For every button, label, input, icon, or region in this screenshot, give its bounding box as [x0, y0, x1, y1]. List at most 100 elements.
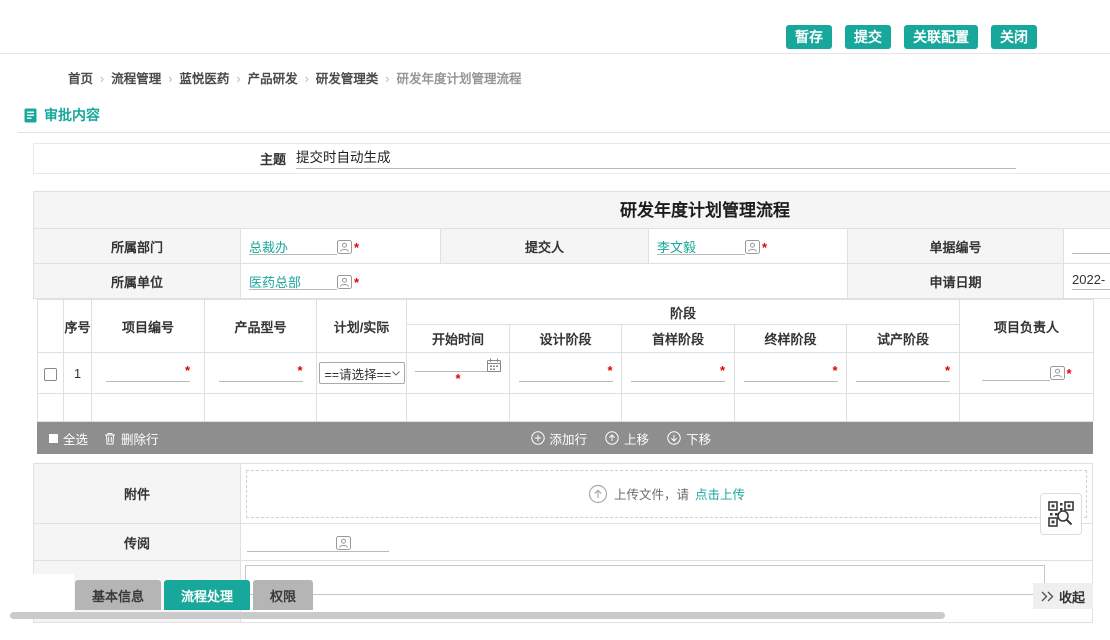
product-model-input[interactable]: *: [219, 365, 303, 382]
section-title: 审批内容: [44, 105, 100, 125]
person-picker-icon[interactable]: [337, 240, 352, 254]
required-mark: *: [354, 275, 359, 290]
arrow-up-circle-icon: [605, 431, 619, 445]
project-grid: 序号 项目编号 产品型号 计划/实际 阶段 项目负责人 开始时间 设计阶段 首样…: [37, 299, 1094, 422]
grid-header-first-sample: 首样阶段: [622, 325, 735, 353]
tab-permissions[interactable]: 权限: [253, 580, 313, 610]
grid-header-owner: 项目负责人: [960, 300, 1094, 353]
remark-input[interactable]: [245, 565, 1045, 595]
submitter-value[interactable]: 李文毅: [657, 237, 745, 255]
select-placeholder: ==请选择==: [325, 364, 392, 383]
footer-left-panel: [0, 574, 74, 614]
grid-header-stage-group: 阶段: [407, 300, 960, 325]
submitter-label: 提交人: [441, 229, 649, 264]
breadcrumb-item[interactable]: 产品研发: [248, 72, 298, 86]
grid-toolbar: 全选 删除行 添加行 上移: [37, 422, 1093, 454]
dept-label: 所属部门: [34, 229, 241, 264]
person-picker-icon[interactable]: [745, 240, 760, 254]
submit-button[interactable]: 提交: [845, 25, 891, 49]
select-all-label: 全选: [63, 429, 88, 448]
grid-header-trial-stage: 试产阶段: [847, 325, 960, 353]
form-title: 研发年度计划管理流程: [33, 191, 1110, 228]
grid-checkbox-column-header: [38, 300, 64, 353]
move-down-label: 下移: [686, 429, 711, 448]
grid-row: 1 * * ==请选择== *: [38, 353, 1094, 394]
close-button[interactable]: 关闭: [991, 25, 1037, 49]
move-up-label: 上移: [624, 429, 649, 448]
apply-date-label: 申请日期: [848, 264, 1064, 299]
breadcrumb-separator: ›: [100, 72, 104, 86]
calendar-icon[interactable]: [487, 358, 501, 372]
final-sample-input[interactable]: *: [744, 365, 838, 382]
move-down-button[interactable]: 下移: [667, 429, 711, 448]
grid-header-design-stage: 设计阶段: [510, 325, 622, 353]
circulate-picker[interactable]: [247, 532, 389, 552]
apply-date-input[interactable]: 2022-: [1072, 272, 1110, 290]
unit-label: 所属单位: [34, 264, 241, 299]
attachment-upload-area[interactable]: 上传文件，请 点击上传: [246, 470, 1087, 518]
row-checkbox[interactable]: [44, 368, 57, 381]
dept-picker[interactable]: 总裁办 *: [249, 237, 359, 255]
top-action-bar: 暂存 提交 关联配置 关闭: [0, 0, 1110, 54]
tab-basic-info[interactable]: 基本信息: [75, 580, 161, 610]
add-row-label: 添加行: [550, 429, 588, 448]
related-config-button[interactable]: 关联配置: [904, 25, 978, 49]
footer-tabs: 基本信息 流程处理 权限: [75, 580, 313, 610]
tab-process-handling[interactable]: 流程处理: [164, 580, 250, 610]
chevron-down-icon: [392, 371, 400, 376]
submitter-picker[interactable]: 李文毅 *: [657, 237, 767, 255]
add-row-button[interactable]: 添加行: [531, 429, 588, 448]
required-mark: *: [354, 240, 359, 255]
owner-picker[interactable]: *: [982, 363, 1072, 381]
required-mark: *: [297, 363, 302, 378]
grid-empty-row: [38, 394, 1094, 422]
subject-row: 主题 提交时自动生成: [33, 143, 1110, 174]
start-time-date-field[interactable]: *: [407, 355, 509, 393]
collapse-label: 收起: [1059, 587, 1085, 606]
required-mark: *: [832, 363, 837, 378]
subject-input[interactable]: 提交时自动生成: [296, 149, 1016, 169]
select-all-checkbox-icon[interactable]: [49, 434, 58, 443]
unit-value[interactable]: 医药总部: [249, 272, 337, 290]
first-sample-input[interactable]: *: [631, 365, 725, 382]
move-up-button[interactable]: 上移: [605, 429, 649, 448]
qr-code-icon: [1048, 501, 1074, 527]
delete-row-button[interactable]: 删除行: [104, 429, 159, 448]
required-mark: *: [720, 363, 725, 378]
unit-picker[interactable]: 医药总部 *: [249, 272, 359, 290]
document-icon: [24, 108, 37, 123]
required-mark: *: [185, 363, 190, 378]
breadcrumb-item[interactable]: 首页: [68, 72, 93, 86]
horizontal-scrollbar[interactable]: [10, 612, 945, 619]
breadcrumb-separator: ›: [305, 72, 309, 86]
owner-input[interactable]: [982, 363, 1050, 381]
design-stage-input[interactable]: *: [519, 365, 613, 382]
breadcrumb-separator: ›: [385, 72, 389, 86]
breadcrumb-item[interactable]: 研发管理类: [316, 72, 379, 86]
breadcrumb-item-current: 研发年度计划管理流程: [396, 72, 521, 86]
grid-header-product-model: 产品型号: [205, 300, 317, 353]
save-draft-button[interactable]: 暂存: [786, 25, 832, 49]
form-info-table: 所属部门 总裁办 * 提交人 李文毅 *: [33, 228, 1110, 299]
breadcrumb: 首页›流程管理›蓝悦医药›产品研发›研发管理类›研发年度计划管理流程: [68, 68, 1110, 87]
breadcrumb-item[interactable]: 流程管理: [111, 72, 161, 86]
collapse-button[interactable]: 收起: [1033, 583, 1093, 609]
person-picker-icon[interactable]: [337, 275, 352, 289]
select-all-button[interactable]: 全选: [49, 429, 88, 448]
person-picker-icon[interactable]: [1050, 366, 1065, 380]
project-no-input[interactable]: *: [106, 365, 190, 382]
breadcrumb-separator: ›: [236, 72, 240, 86]
qr-scan-button[interactable]: [1040, 493, 1082, 535]
subject-label: 主题: [34, 149, 296, 168]
grid-header-start-time: 开始时间: [407, 325, 510, 353]
doc-no-input[interactable]: [1072, 236, 1110, 254]
dept-value[interactable]: 总裁办: [249, 237, 337, 255]
breadcrumb-item[interactable]: 蓝悦医药: [179, 72, 229, 86]
delete-row-label: 删除行: [121, 429, 159, 448]
person-picker-icon[interactable]: [336, 536, 351, 550]
grid-header-project-no: 项目编号: [92, 300, 205, 353]
trial-stage-input[interactable]: *: [856, 365, 950, 382]
plan-actual-select[interactable]: ==请选择==: [319, 362, 405, 384]
form-content: 主题 提交时自动生成 研发年度计划管理流程 所属部门 总裁办 *: [33, 143, 1110, 623]
upload-link[interactable]: 点击上传: [695, 484, 745, 503]
